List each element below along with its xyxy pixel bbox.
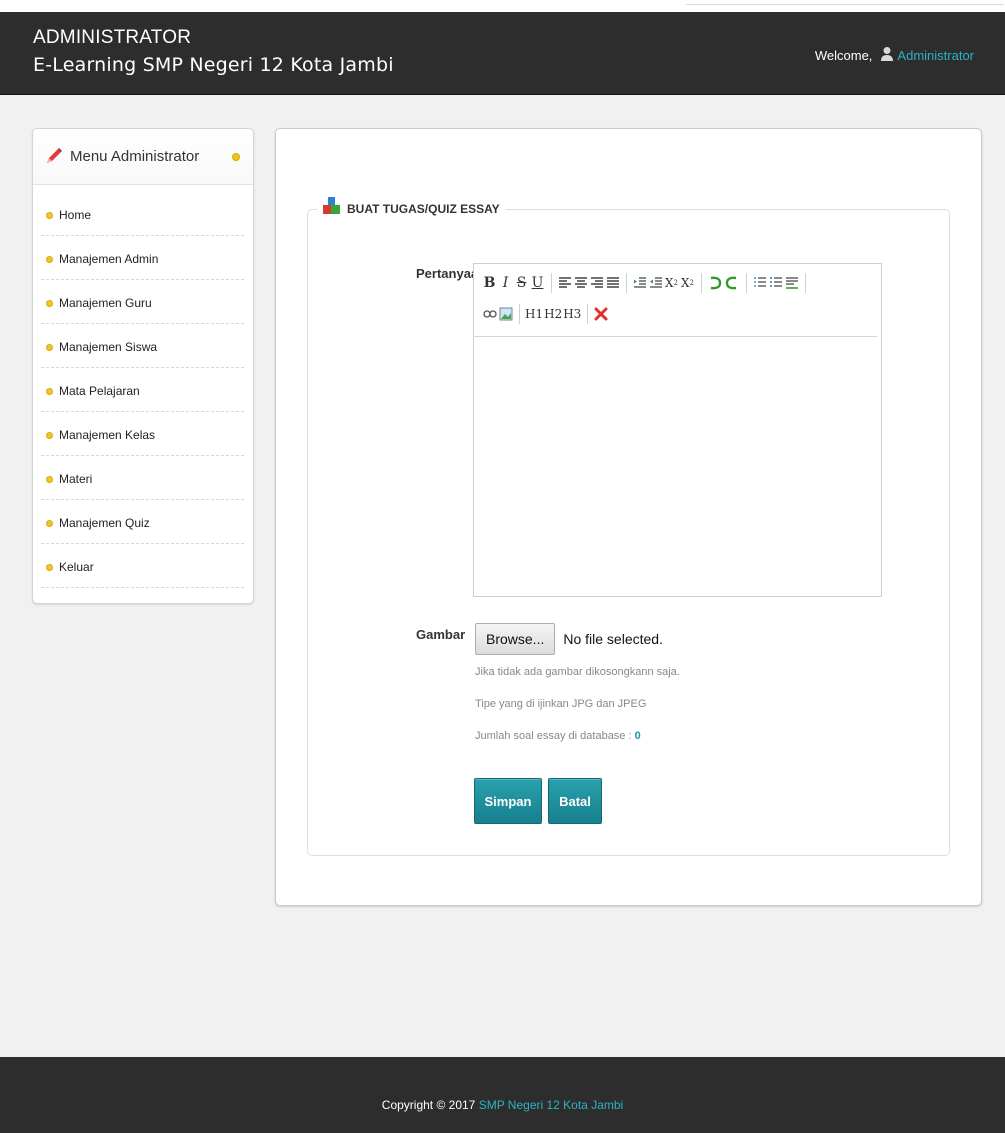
sidebar-item-keluar[interactable]: Keluar (41, 544, 244, 588)
strikethrough-button[interactable]: S (514, 272, 529, 294)
bullet-icon (46, 212, 53, 219)
footer-site-link[interactable]: SMP Negeri 12 Kota Jambi (479, 1098, 624, 1112)
question-editor: B I S U X2 X2 H1 H2 H3 (473, 263, 882, 597)
editor-toolbar: B I S U X2 X2 H1 H2 H3 (474, 264, 877, 337)
pencil-icon (44, 146, 64, 171)
bullet-icon (46, 432, 53, 439)
bullet-icon (46, 300, 53, 307)
bold-button[interactable]: B (482, 272, 497, 294)
hint-empty-image: Jika tidak ada gambar dikosongkann saja. (475, 666, 680, 678)
italic-button[interactable]: I (498, 272, 513, 294)
toolbar-separator (519, 304, 520, 324)
page-header: ADMINISTRATOR E-Learning SMP Negeri 12 K… (0, 12, 1005, 95)
sidebar-item-home[interactable]: Home (41, 192, 244, 236)
image-file-input: Browse... No file selected. (475, 623, 663, 655)
user-icon (880, 46, 894, 65)
browse-button[interactable]: Browse... (475, 623, 556, 655)
quiz-form-fieldset: BUAT TUGAS/QUIZ ESSAY Pertanyaan 1 B I S… (307, 197, 950, 856)
sidebar-item-manajemen-siswa[interactable]: Manajemen Siswa (41, 324, 244, 368)
subscript-label: X (664, 276, 674, 290)
essay-count-value: 0 (634, 730, 641, 742)
header-role: ADMINISTRATOR (33, 27, 192, 48)
unordered-list-icon[interactable] (768, 272, 783, 294)
underline-button[interactable]: U (530, 272, 545, 294)
question-textarea[interactable] (474, 337, 881, 596)
toolbar-separator (805, 273, 806, 293)
toolbar-separator (587, 304, 589, 324)
site-title: E-Learning SMP Negeri 12 Kota Jambi (33, 54, 394, 76)
page-footer: Copyright © 2017 SMP Negeri 12 Kota Jamb… (0, 1057, 1005, 1133)
image-icon[interactable] (498, 303, 513, 325)
toolbar-row: B I S U X2 X2 (482, 272, 811, 294)
sidebar-item-label: Manajemen Quiz (59, 516, 150, 530)
sidebar-item-label: Home (59, 208, 92, 222)
block-format-icon[interactable] (784, 272, 799, 294)
sidebar-item-label: Manajemen Guru (59, 296, 152, 310)
indent-icon[interactable] (632, 272, 647, 294)
redo-icon[interactable] (724, 272, 740, 294)
welcome-text: Welcome, (814, 48, 873, 63)
copyright-text: Copyright © 2017 (381, 1098, 476, 1112)
essay-count-label: Jumlah soal essay di database : (475, 730, 635, 742)
sidebar-item-manajemen-guru[interactable]: Manajemen Guru (41, 280, 244, 324)
sidebar-item-label: Mata Pelajaran (59, 384, 140, 398)
sidebar-item-label: Manajemen Admin (59, 252, 159, 266)
toolbar-separator (746, 273, 747, 293)
align-center-icon[interactable] (573, 272, 588, 294)
sidebar-item-label: Materi (59, 472, 93, 486)
outdent-icon[interactable] (648, 272, 663, 294)
sidebar-item-mata-pelajaran[interactable]: Mata Pelajaran (41, 368, 244, 412)
form-legend: BUAT TUGAS/QUIZ ESSAY (317, 197, 506, 220)
bullet-icon (46, 520, 53, 527)
bullet-icon (46, 476, 53, 483)
heading1-button[interactable]: H1 (525, 303, 543, 325)
superscript-button[interactable]: X2 (680, 272, 695, 294)
align-justify-icon[interactable] (605, 272, 620, 294)
sidebar: Menu Administrator Home Manajemen Admin … (32, 128, 254, 604)
ordered-list-icon[interactable] (752, 272, 767, 294)
align-right-icon[interactable] (589, 272, 604, 294)
user-name-link[interactable]: Administrator (897, 48, 974, 63)
sidebar-menu: Home Manajemen Admin Manajemen Guru Mana… (41, 192, 244, 588)
sidebar-item-label: Manajemen Kelas (59, 428, 156, 442)
sidebar-title: Menu Administrator (70, 148, 200, 165)
essay-count: Jumlah soal essay di database : 0 (475, 730, 641, 742)
sidebar-item-manajemen-admin[interactable]: Manajemen Admin (41, 236, 244, 280)
align-left-icon[interactable] (557, 272, 572, 294)
copyright: Copyright © 2017 SMP Negeri 12 Kota Jamb… (0, 1098, 1005, 1112)
welcome-area: Welcome, Administrator (815, 46, 974, 65)
save-button[interactable]: Simpan (474, 778, 542, 824)
heading2-button[interactable]: H2 (544, 303, 562, 325)
file-status: No file selected. (563, 631, 663, 647)
toolbar-separator (551, 273, 552, 293)
sidebar-item-manajemen-quiz[interactable]: Manajemen Quiz (41, 500, 244, 544)
heading3-button[interactable]: H3 (563, 303, 581, 325)
link-icon[interactable] (482, 303, 497, 325)
blocks-icon (323, 197, 341, 220)
hint-file-types: Tipe yang di ijinkan JPG dan JPEG (475, 698, 647, 710)
undo-icon[interactable] (707, 272, 723, 294)
top-strip-segment (686, 0, 1004, 5)
bullet-icon (46, 256, 53, 263)
bullet-icon (46, 388, 53, 395)
sidebar-header: Menu Administrator (33, 129, 253, 185)
toolbar-separator (701, 273, 702, 293)
sidebar-item-label: Keluar (59, 560, 94, 574)
sidebar-item-label: Manajemen Siswa (59, 340, 158, 354)
remove-format-icon[interactable] (593, 303, 608, 325)
sidebar-status-dot (232, 153, 240, 161)
form-legend-text: BUAT TUGAS/QUIZ ESSAY (347, 201, 500, 216)
superscript-label: X (680, 276, 690, 290)
bullet-icon (46, 344, 53, 351)
cancel-button[interactable]: Batal (548, 778, 602, 824)
main-panel: BUAT TUGAS/QUIZ ESSAY Pertanyaan 1 B I S… (275, 128, 982, 906)
toolbar-separator (626, 273, 627, 293)
sidebar-item-manajemen-kelas[interactable]: Manajemen Kelas (41, 412, 244, 456)
image-label: Gambar (416, 627, 466, 642)
subscript-button[interactable]: X2 (664, 272, 679, 294)
bullet-icon (46, 564, 53, 571)
toolbar-row: H1 H2 H3 (482, 303, 609, 325)
sidebar-item-materi[interactable]: Materi (41, 456, 244, 500)
